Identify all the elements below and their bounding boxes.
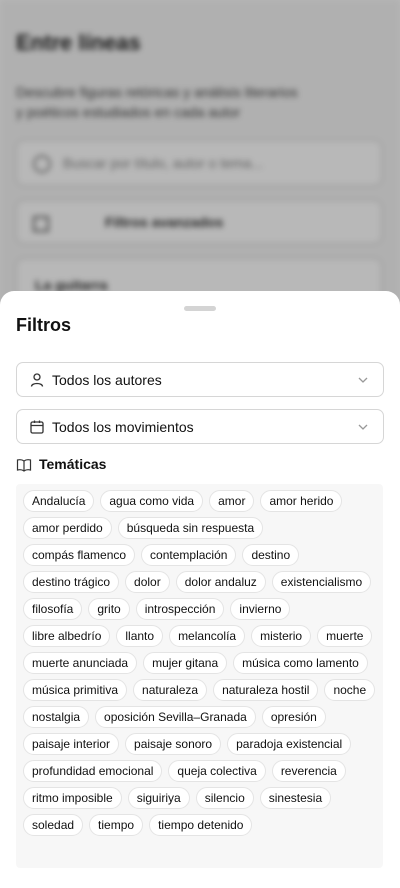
theme-tag[interactable]: queja colectiva	[168, 760, 266, 782]
theme-tag[interactable]: destino	[242, 544, 300, 566]
theme-tag[interactable]: existencialismo	[271, 571, 372, 593]
theme-tag[interactable]: búsqueda sin respuesta	[117, 517, 264, 539]
theme-tag[interactable]: libre albedrío	[23, 625, 111, 647]
theme-tag[interactable]: llanto	[116, 625, 164, 647]
theme-tag[interactable]: naturaleza hostil	[213, 679, 319, 701]
theme-tag[interactable]: siguiriya	[127, 787, 190, 809]
movements-select[interactable]: Todos los movimientos	[16, 409, 384, 444]
calendar-icon	[30, 420, 44, 434]
sheet-title: Filtros	[16, 315, 72, 335]
theme-tag[interactable]: oposición Sevilla–Granada	[95, 706, 256, 728]
theme-tag[interactable]: grito	[88, 598, 130, 620]
authors-select-value: Todos los autores	[52, 372, 162, 388]
theme-tag[interactable]: amor	[209, 490, 255, 512]
theme-tag[interactable]: amor perdido	[23, 517, 112, 539]
theme-tag[interactable]: música como lamento	[233, 652, 368, 674]
theme-tag[interactable]: sinestesia	[259, 787, 332, 809]
theme-tag[interactable]: compás flamenco	[23, 544, 136, 566]
movements-select-value: Todos los movimientos	[52, 419, 194, 435]
theme-tag[interactable]: opresión	[261, 706, 326, 728]
chevron-down-icon	[358, 377, 368, 383]
theme-tag[interactable]: contemplación	[141, 544, 237, 566]
theme-tag[interactable]: paradoja existencial	[227, 733, 352, 755]
theme-tag[interactable]: paisaje interior	[23, 733, 120, 755]
theme-tag[interactable]: destino trágico	[23, 571, 120, 593]
theme-tag[interactable]: profundidad emocional	[23, 760, 163, 782]
theme-tag[interactable]: dolor	[125, 571, 170, 593]
theme-tag[interactable]: invierno	[230, 598, 291, 620]
theme-tag[interactable]: filosofía	[23, 598, 83, 620]
theme-tag[interactable]: ritmo imposible	[23, 787, 122, 809]
theme-tag[interactable]: melancolía	[169, 625, 246, 647]
theme-tag[interactable]: mujer gitana	[143, 652, 228, 674]
theme-tag[interactable]: agua como vida	[100, 490, 204, 512]
theme-tag[interactable]: soledad	[23, 814, 84, 836]
theme-tag[interactable]: naturaleza	[133, 679, 208, 701]
theme-tag[interactable]: paisaje sonoro	[125, 733, 222, 755]
theme-tag[interactable]: música primitiva	[23, 679, 128, 701]
theme-tag[interactable]: introspección	[135, 598, 225, 620]
theme-tag[interactable]: muerte anunciada	[23, 652, 138, 674]
theme-tag[interactable]: nostalgia	[23, 706, 90, 728]
chevron-down-icon	[358, 424, 368, 430]
themes-tag-list: Andalucía agua como vida amor amor herido am…	[16, 484, 383, 868]
theme-tag[interactable]: Andalucía	[23, 490, 95, 512]
theme-tag[interactable]: dolor andaluz	[175, 571, 266, 593]
drag-handle[interactable]	[184, 306, 216, 311]
filters-bottom-sheet: Filtros Todos los autores Todos los movi…	[0, 291, 400, 888]
theme-tag[interactable]: noche	[324, 679, 376, 701]
book-open-icon	[16, 459, 32, 472]
theme-tag[interactable]: misterio	[251, 625, 312, 647]
theme-tag[interactable]: amor herido	[260, 490, 343, 512]
themes-heading-label: Temáticas	[39, 456, 107, 472]
authors-select[interactable]: Todos los autores	[16, 362, 384, 397]
theme-tag[interactable]: tiempo	[89, 814, 144, 836]
theme-tag[interactable]: tiempo detenido	[149, 814, 253, 836]
theme-tag[interactable]: muerte	[317, 625, 373, 647]
theme-tag[interactable]: silencio	[195, 787, 254, 809]
user-icon	[30, 373, 44, 387]
theme-tag[interactable]: reverencia	[271, 760, 346, 782]
